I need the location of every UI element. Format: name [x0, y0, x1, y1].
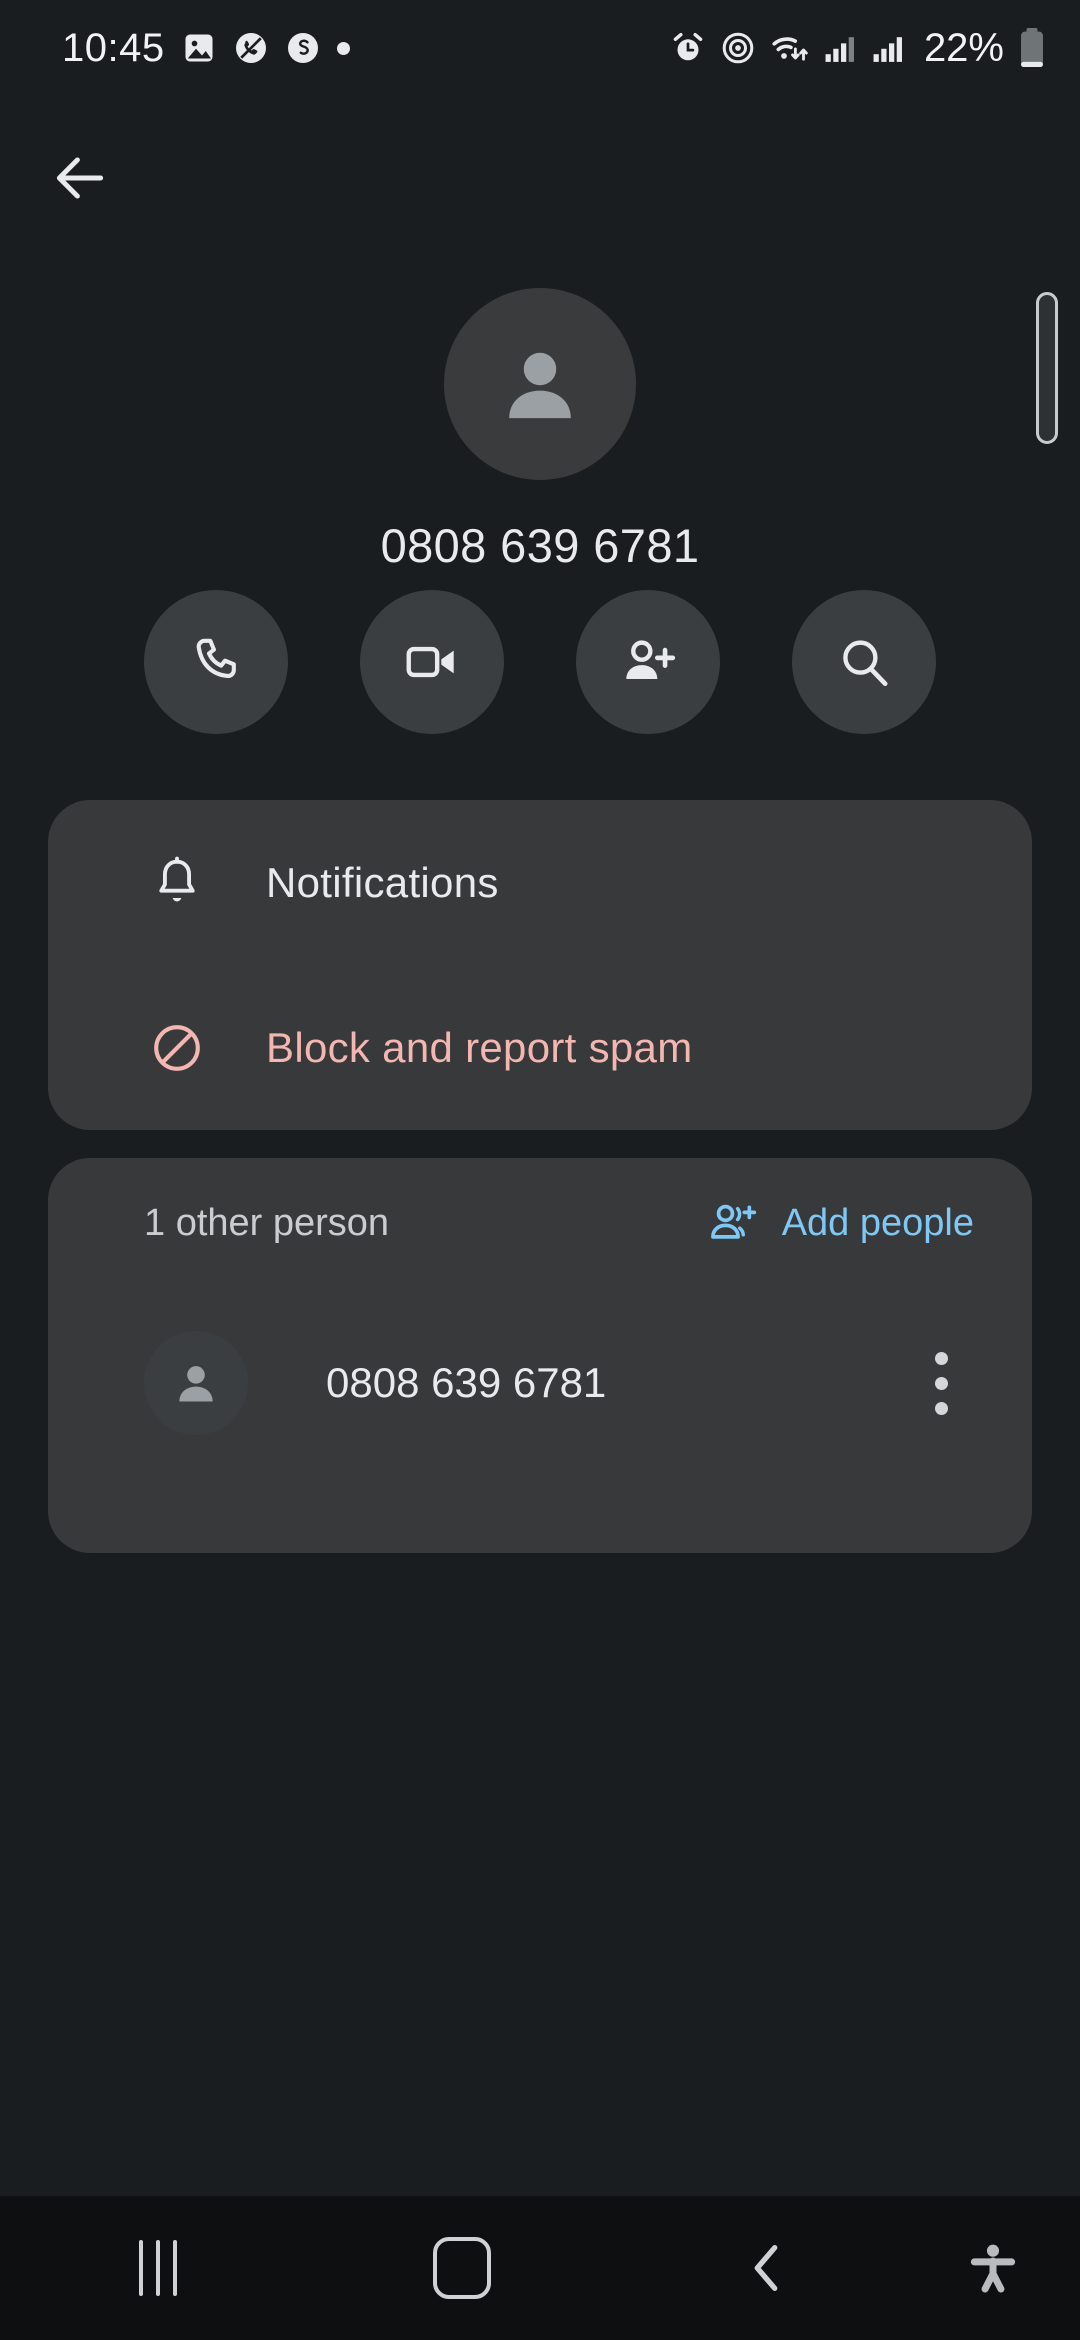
status-bar-right: 22%	[670, 26, 1046, 71]
back-nav-button[interactable]	[636, 2239, 896, 2297]
add-contact-button[interactable]	[576, 590, 720, 734]
status-bar: 10:45 22%	[0, 0, 1080, 96]
row-label-notifications: Notifications	[266, 858, 499, 906]
signal-bars-sim1-icon	[824, 31, 858, 65]
add-people-button[interactable]: Add people	[706, 1197, 974, 1249]
quick-actions-row	[0, 590, 1080, 734]
recents-icon	[139, 2240, 177, 2296]
person-add-icon	[617, 631, 679, 693]
video-camera-icon	[401, 631, 463, 693]
row-block-report-spam[interactable]: Block and report spam	[48, 965, 1032, 1130]
conversation-header: 0808 639 6781	[0, 288, 1080, 573]
settings-card: Notifications Block and report spam	[48, 800, 1032, 1130]
search-icon	[833, 631, 895, 693]
status-bar-left: 10:45	[62, 26, 350, 71]
scrollbar[interactable]	[1036, 292, 1058, 444]
people-count-label: 1 other person	[144, 1201, 390, 1244]
app-top-bar	[0, 120, 1080, 235]
home-icon	[433, 2237, 491, 2299]
s-app-icon	[285, 30, 321, 66]
home-button[interactable]	[332, 2237, 592, 2299]
people-card-header: 1 other person Add people	[48, 1158, 1032, 1288]
list-item[interactable]: 0808 639 6781	[48, 1288, 1032, 1478]
accessibility-button[interactable]	[928, 2196, 1058, 2340]
row-notifications[interactable]: Notifications	[48, 800, 1032, 965]
back-button[interactable]	[40, 138, 120, 218]
search-button[interactable]	[792, 590, 936, 734]
phone-icon	[185, 631, 247, 693]
system-navigation-bar	[0, 2196, 1080, 2340]
page-title: 0808 639 6781	[380, 519, 700, 572]
add-people-label: Add people	[781, 1201, 974, 1244]
messages-conversation-details-screen: 10:45 22% 0808 639 6781 Notifications Bl…	[0, 0, 1080, 2340]
people-card: 1 other person Add people 0808 639 6781	[48, 1158, 1032, 1553]
missed-call-icon	[233, 30, 269, 66]
signal-bars-sim2-icon	[872, 31, 906, 65]
hotspot-icon	[720, 30, 756, 66]
alarm-icon	[670, 30, 706, 66]
person-avatar-icon	[179, 1366, 213, 1402]
block-icon	[148, 1019, 214, 1077]
dot-indicator	[336, 41, 350, 55]
battery-percent-label: 22%	[923, 25, 1004, 70]
chevron-left-icon	[741, 2239, 791, 2297]
accessibility-icon	[965, 2240, 1021, 2296]
row-label-block-report-spam: Block and report spam	[266, 1023, 693, 1071]
battery-icon	[1018, 27, 1046, 69]
status-bar-clock: 10:45	[62, 25, 165, 70]
person-avatar-icon	[490, 334, 590, 434]
avatar	[144, 1331, 248, 1435]
image-icon	[181, 30, 217, 66]
avatar[interactable]	[444, 288, 636, 480]
list-item-label: 0808 639 6781	[326, 1359, 607, 1406]
more-vertical-icon[interactable]	[908, 1331, 974, 1435]
video-call-button[interactable]	[360, 590, 504, 734]
call-button[interactable]	[144, 590, 288, 734]
arrow-left-icon	[49, 147, 111, 209]
recents-button[interactable]	[28, 2240, 288, 2296]
wifi-icon	[770, 30, 810, 66]
bell-icon	[148, 854, 214, 912]
person-add-icon	[706, 1197, 758, 1249]
